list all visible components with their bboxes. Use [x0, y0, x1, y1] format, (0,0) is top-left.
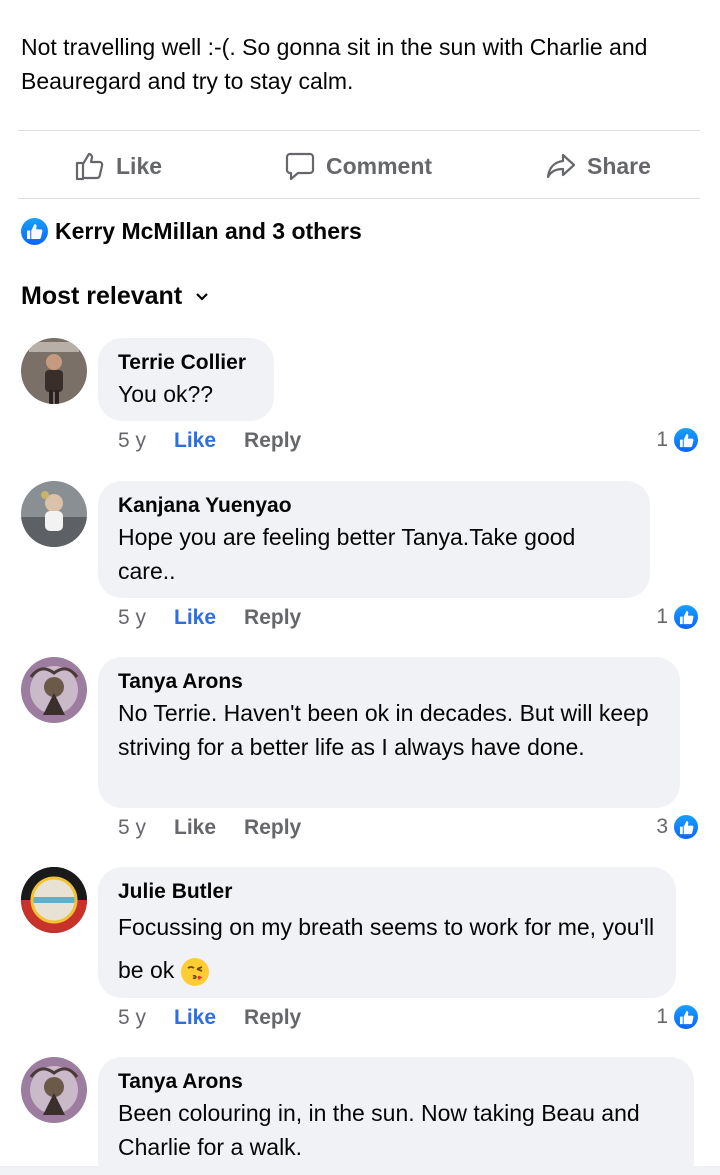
bottom-edge: [0, 1166, 720, 1175]
reactions-summary-text: Kerry McMillan and 3 others: [55, 218, 362, 244]
sort-label: Most relevant: [21, 282, 183, 310]
comment-text: You ok??: [118, 381, 214, 407]
comment-button[interactable]: Comment: [284, 146, 432, 186]
comment-meta: 5 y Like Reply: [118, 1006, 301, 1030]
comment-author[interactable]: Julie Butler: [118, 878, 656, 906]
comment-text: No Terrie. Haven't been ok in decades. B…: [118, 700, 649, 760]
comment-like-button[interactable]: Like: [174, 429, 216, 453]
comment-reply-button[interactable]: Reply: [244, 429, 301, 453]
comment-bubble: Julie Butler Focussing on my breath seem…: [98, 867, 676, 998]
comment-reaction-count[interactable]: 1: [656, 426, 700, 454]
reaction-count-number: 3: [656, 815, 668, 838]
comment-meta: 5 y Like Reply: [118, 429, 301, 453]
comment-reaction-count[interactable]: 1: [656, 603, 700, 631]
like-button-label: Like: [116, 152, 163, 179]
comment-bubble: Terrie Collier You ok??: [98, 338, 274, 421]
comment-author[interactable]: Tanya Arons: [118, 668, 660, 696]
share-button[interactable]: Share: [545, 146, 651, 186]
comment-author[interactable]: Kanjana Yuenyao: [118, 492, 630, 520]
reaction-count-number: 1: [656, 428, 668, 451]
comment-like-button[interactable]: Like: [174, 606, 216, 630]
comment-icon: [285, 152, 315, 181]
comment-bubble: Tanya Arons Been colouring in, in the su…: [98, 1057, 694, 1175]
divider: [18, 130, 700, 131]
comment-reply-button[interactable]: Reply: [244, 1006, 301, 1030]
chevron-down-icon: [196, 292, 208, 301]
comment-time[interactable]: 5 y: [118, 816, 146, 840]
comment-reaction-count[interactable]: 3: [656, 813, 700, 841]
comment-reaction-count[interactable]: 1: [656, 1003, 700, 1031]
comment-bubble: Tanya Arons No Terrie. Haven't been ok i…: [98, 657, 680, 808]
avatar[interactable]: [21, 338, 87, 404]
comment-text: Hope you are feeling better Tanya.Take g…: [118, 524, 576, 584]
avatar[interactable]: [21, 1057, 87, 1123]
comment-time[interactable]: 5 y: [118, 606, 146, 630]
avatar[interactable]: [21, 481, 87, 547]
like-button[interactable]: Like: [74, 146, 162, 186]
comment-button-label: Comment: [326, 152, 433, 179]
like-icon: [672, 813, 700, 841]
comment-like-button[interactable]: Like: [174, 816, 216, 840]
comment-text: Been colouring in, in the sun. Now takin…: [118, 1100, 640, 1160]
reactions-summary[interactable]: Kerry McMillan and 3 others: [21, 218, 362, 245]
comment-reply-button[interactable]: Reply: [244, 816, 301, 840]
comment-time[interactable]: 5 y: [118, 1006, 146, 1030]
divider: [18, 198, 700, 199]
comment-meta: 5 y Like Reply: [118, 606, 301, 630]
comment-bubble: Kanjana Yuenyao Hope you are feeling bet…: [98, 481, 650, 598]
reaction-count-number: 1: [656, 1005, 668, 1028]
share-icon: [546, 153, 576, 179]
like-icon: [672, 1003, 700, 1031]
comment-time[interactable]: 5 y: [118, 429, 146, 453]
like-icon: [672, 603, 700, 631]
comment-author[interactable]: Tanya Arons: [118, 1068, 674, 1096]
comment-text: Focussing on my breath seems to work for…: [118, 906, 656, 992]
sort-dropdown[interactable]: Most relevant: [21, 282, 210, 311]
like-icon: [21, 218, 48, 245]
comment-meta: 5 y Like Reply: [118, 816, 301, 840]
comment-reply-button[interactable]: Reply: [244, 606, 301, 630]
like-icon: [672, 426, 700, 454]
avatar[interactable]: [21, 657, 87, 723]
kissing-face-emoji: [180, 957, 210, 987]
avatar[interactable]: [21, 867, 87, 933]
comment-like-button[interactable]: Like: [174, 1006, 216, 1030]
reaction-count-number: 1: [656, 605, 668, 628]
thumbs-up-icon: [75, 152, 104, 181]
post-text: Not travelling well :-(. So gonna sit in…: [21, 34, 648, 94]
share-button-label: Share: [587, 152, 651, 179]
comment-author[interactable]: Terrie Collier: [118, 349, 254, 377]
